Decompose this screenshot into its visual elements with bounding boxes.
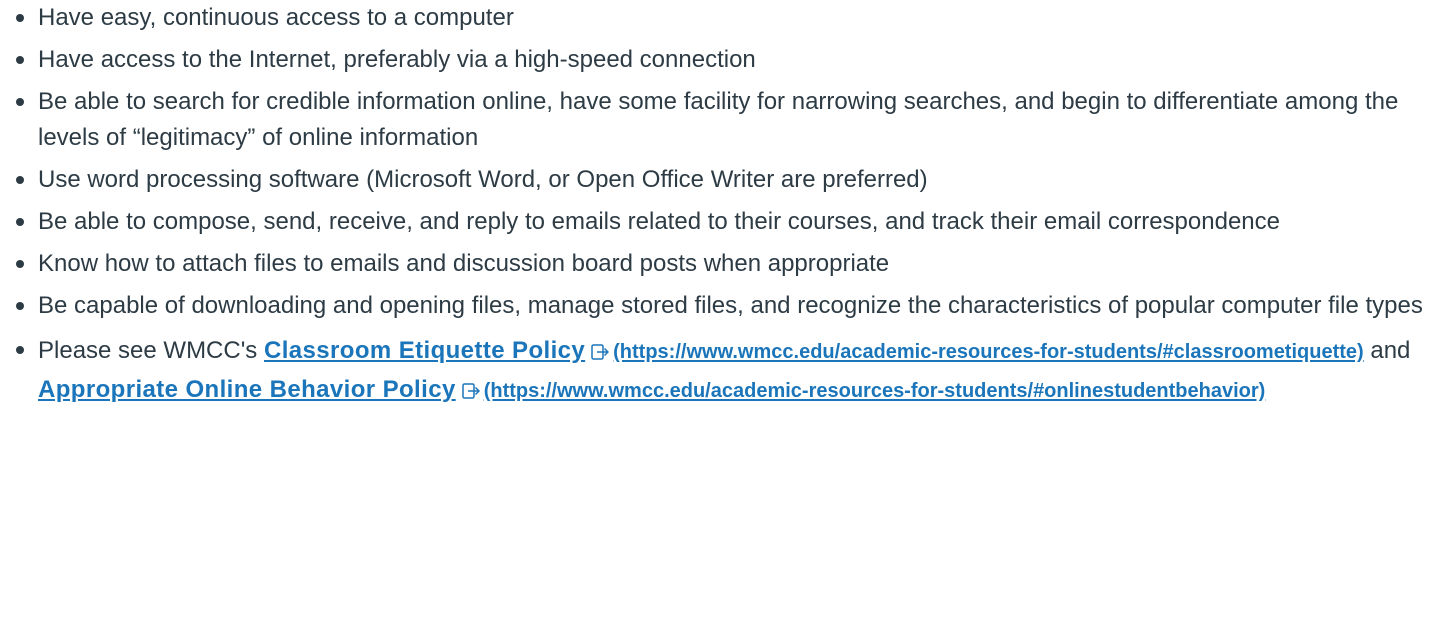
online-behavior-link-url: (https://www.wmcc.edu/academic-resources… — [483, 380, 1266, 402]
classroom-etiquette-policy-link[interactable]: Classroom Etiquette Policy (https://www.w… — [264, 337, 1364, 364]
external-link-icon — [591, 334, 610, 371]
policy-middle-text: and — [1363, 337, 1411, 364]
list-item-text: Know how to attach files to emails and d… — [38, 250, 890, 277]
list-item-text: Have access to the Internet, preferably … — [38, 46, 756, 73]
policy-prefix: Please see WMCC's — [38, 337, 264, 364]
policy-list-item: Please see WMCC's Classroom Etiquette Po… — [0, 332, 1436, 410]
content-area: Have easy, continuous access to a comput… — [0, 0, 1436, 416]
list-item-text: Be able to compose, send, receive, and r… — [38, 208, 1280, 235]
list-item: Use word processing software (Microsoft … — [0, 162, 1436, 198]
list-item: Know how to attach files to emails and d… — [0, 246, 1436, 282]
list-item-text: Use word processing software (Microsoft … — [38, 166, 928, 193]
list-item: Be able to compose, send, receive, and r… — [0, 204, 1436, 240]
list-item-text: Be capable of downloading and opening fi… — [38, 292, 1423, 319]
list-item: Be capable of downloading and opening fi… — [0, 288, 1436, 324]
list-item: Be able to search for credible informati… — [0, 84, 1436, 156]
list-item: Have easy, continuous access to a comput… — [0, 0, 1436, 36]
requirements-list: Have easy, continuous access to a comput… — [0, 0, 1436, 410]
classroom-etiquette-link-label: Classroom Etiquette Policy — [263, 337, 586, 364]
classroom-etiquette-link-url: (https://www.wmcc.edu/academic-resources… — [613, 341, 1364, 363]
list-item-text: Be able to search for credible informati… — [38, 88, 1399, 151]
online-behavior-policy-link[interactable]: Appropriate Online Behavior Policy (https… — [38, 376, 1265, 403]
external-link-icon — [461, 373, 480, 410]
online-behavior-link-label: Appropriate Online Behavior Policy — [38, 376, 456, 403]
list-item: Have access to the Internet, preferably … — [0, 42, 1436, 78]
list-item-text: Have easy, continuous access to a comput… — [38, 4, 514, 31]
